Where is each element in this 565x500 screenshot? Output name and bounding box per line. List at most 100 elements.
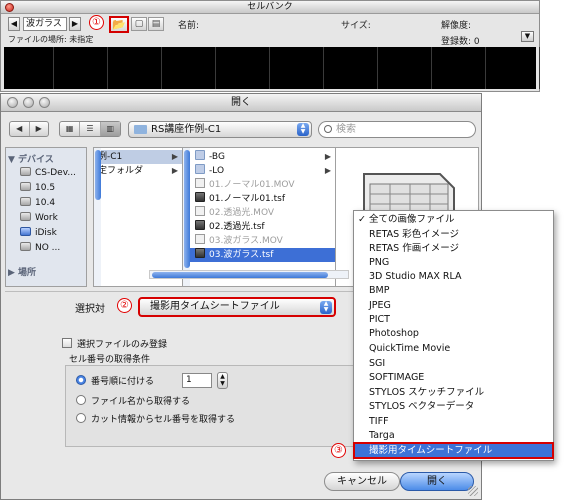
menu-item[interactable]: STYLOS ベクターデータ	[354, 399, 553, 414]
menu-item[interactable]: PNG	[354, 255, 553, 270]
prev-arrow-icon[interactable]: ◀	[8, 17, 20, 31]
forward-arrow-icon[interactable]: ▶	[30, 122, 49, 136]
sidebar-item-10-4[interactable]: 10.4	[20, 196, 55, 210]
menu-item[interactable]: SGI	[354, 356, 553, 371]
scrollbar-thumb[interactable]	[152, 272, 328, 278]
sidebar-item-label: CS-Dev...	[35, 168, 76, 178]
menu-item[interactable]: RETAS 作画イメージ	[354, 241, 553, 256]
drive-icon	[20, 182, 31, 191]
sidebar-item-idisk[interactable]: iDisk	[20, 226, 57, 240]
resolution-label: 解像度:	[441, 21, 472, 31]
search-input[interactable]: 検索	[318, 121, 476, 138]
folder-icon	[195, 164, 205, 174]
minimize-icon[interactable]	[23, 97, 34, 108]
sidebar-item-cs-dev[interactable]: CS-Dev...	[20, 166, 76, 180]
sidebar-header-devices[interactable]: ▼ デバイス	[8, 152, 54, 165]
cell-name-field[interactable]: 波ガラス	[23, 17, 67, 31]
list-item[interactable]: 01.ノーマル01.MOV	[183, 178, 335, 192]
sidebar-header-places[interactable]: ▶ 場所	[8, 265, 36, 278]
sidebar-item-work[interactable]: Work	[20, 211, 58, 225]
menu-item-label: Targa	[369, 430, 395, 441]
scrollbar[interactable]	[94, 148, 101, 286]
list-item[interactable]: 02.透過光.MOV	[183, 206, 335, 220]
search-placeholder: 検索	[336, 124, 356, 135]
browser-column-1: 例-C1 ▶ 定フォルダ ▶	[93, 147, 183, 287]
menu-item-label: RETAS 作画イメージ	[369, 243, 460, 254]
cell-slot[interactable]	[328, 47, 378, 89]
radio-selected-icon	[76, 375, 86, 385]
sidebar-item-no-name[interactable]: NO ...	[20, 241, 60, 255]
close-icon[interactable]	[7, 97, 18, 108]
menu-item[interactable]: Photoshop	[354, 326, 553, 341]
list-view-icon[interactable]: ☰	[80, 122, 101, 136]
next-arrow-icon[interactable]: ▶	[69, 17, 81, 31]
menu-item[interactable]: SOFTIMAGE	[354, 370, 553, 385]
menu-item-timesheet-file[interactable]: 撮影用タイムシートファイル	[353, 442, 554, 459]
menu-item-label: RETAS 彩色イメージ	[369, 229, 460, 240]
column-view-icon[interactable]: ▥	[100, 122, 120, 136]
cell-slot[interactable]	[436, 47, 486, 89]
list-panel-icon[interactable]: ▤	[148, 17, 164, 31]
list-item[interactable]: 例-C1 ▶	[94, 150, 182, 164]
list-item-selected[interactable]: 03.波ガラス.tsf	[183, 248, 335, 262]
cell-thumbnail-strip[interactable]	[4, 47, 540, 89]
list-item[interactable]: 03.波ガラス.MOV	[183, 234, 335, 248]
back-arrow-icon[interactable]: ◀	[10, 122, 30, 136]
file-type-popup[interactable]: 撮影用タイムシートファイル ▲ ▼	[138, 297, 336, 317]
folder-icon	[134, 125, 147, 134]
menu-item[interactable]: 3D Studio MAX RLA	[354, 269, 553, 284]
path-popup-label: RS講座作例-C1	[151, 124, 222, 135]
resize-grip-icon[interactable]	[468, 486, 478, 496]
menu-item[interactable]: JPEG	[354, 298, 553, 313]
number-stepper[interactable]: ▲ ▼	[217, 372, 228, 389]
start-number-field[interactable]: 1	[182, 373, 212, 388]
scrollbar[interactable]	[183, 148, 190, 286]
menu-item[interactable]: Targa	[354, 428, 553, 443]
cell-slot[interactable]	[220, 47, 270, 89]
radio-from-cut-info[interactable]: カット情報からセル番号を取得する	[76, 412, 235, 425]
menu-item[interactable]: PICT	[354, 312, 553, 327]
menu-item[interactable]: STYLOS スケッチファイル	[354, 385, 553, 400]
cell-slot[interactable]	[490, 47, 540, 89]
cell-slot[interactable]	[112, 47, 162, 89]
open-button[interactable]: 開く	[400, 472, 474, 491]
cancel-button[interactable]: キャンセル	[324, 472, 400, 491]
list-item[interactable]: -LO ▶	[183, 164, 335, 178]
zoom-icon[interactable]	[39, 97, 50, 108]
menu-item[interactable]: QuickTime Movie	[354, 341, 553, 356]
collapse-arrow-icon[interactable]: ▼	[521, 31, 534, 42]
file-type-value: 撮影用タイムシートファイル	[150, 301, 280, 312]
menu-item-label: STYLOS スケッチファイル	[369, 387, 485, 398]
movie-file-icon	[195, 234, 205, 244]
list-item[interactable]: 01.ノーマル01.tsf	[183, 192, 335, 206]
sidebar-item-10-5[interactable]: 10.5	[20, 181, 55, 195]
menu-item[interactable]: RETAS 彩色イメージ	[354, 227, 553, 242]
only-selected-checkbox[interactable]: 選択ファイルのみ登録	[62, 337, 167, 350]
horizontal-scrollbar[interactable]	[149, 270, 349, 279]
list-item[interactable]: 02.透過光.tsf	[183, 220, 335, 234]
radio-from-filename[interactable]: ファイル名から取得する	[76, 394, 190, 407]
cell-slot[interactable]	[58, 47, 108, 89]
list-item[interactable]: 定フォルダ ▶	[94, 164, 182, 178]
list-item[interactable]: -BG ▶	[183, 150, 335, 164]
menu-item[interactable]: BMP	[354, 283, 553, 298]
open-folder-button[interactable]: 📂	[109, 16, 129, 33]
scrollbar-thumb[interactable]	[95, 150, 101, 200]
menu-item-label: 全ての画像ファイル	[369, 214, 455, 225]
radio-number-order[interactable]: 番号順に付ける	[76, 374, 154, 387]
timesheet-file-icon	[195, 192, 205, 202]
cell-slot[interactable]	[274, 47, 324, 89]
path-popup[interactable]: RS講座作例-C1 ▲ ▼	[128, 121, 312, 138]
frame-icon[interactable]: ▢	[131, 17, 147, 31]
menu-item-all-images[interactable]: ✓ 全ての画像ファイル	[354, 212, 553, 227]
menu-item[interactable]: TIFF	[354, 414, 553, 429]
movie-file-icon	[195, 178, 205, 188]
chevron-right-icon: ▶	[171, 152, 178, 161]
cell-slot[interactable]	[4, 47, 54, 89]
close-icon[interactable]	[5, 3, 14, 12]
icon-view-icon[interactable]: ▦	[60, 122, 81, 136]
cell-slot[interactable]	[166, 47, 216, 89]
scrollbar-thumb[interactable]	[184, 150, 190, 268]
radio-label: カット情報からセル番号を取得する	[91, 415, 236, 425]
cell-slot[interactable]	[382, 47, 432, 89]
